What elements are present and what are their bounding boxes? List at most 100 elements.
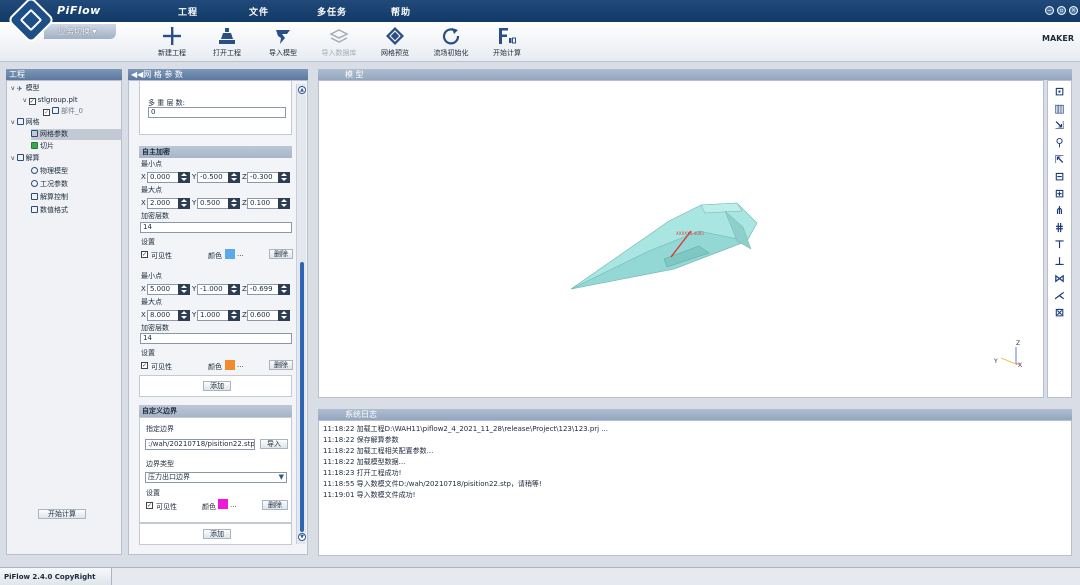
box2-delete-button[interactable]: 删除: [269, 360, 293, 370]
menu-file[interactable]: 文件: [249, 5, 269, 18]
view-13-icon[interactable]: ⋌: [1053, 289, 1066, 302]
custom-delete-button[interactable]: 删除: [262, 500, 288, 510]
scroll-down-icon[interactable]: ▼: [298, 533, 306, 541]
open-project-button[interactable]: 打开工程: [203, 26, 251, 60]
box2-max-z-input[interactable]: 0.600: [247, 310, 281, 321]
view-2-icon[interactable]: ▥: [1053, 102, 1066, 115]
tree-item-stlgroup[interactable]: v ✓ stlgroup.plt: [23, 95, 78, 106]
box2-visible-checkbox[interactable]: ✓: [141, 362, 148, 369]
box1-color-swatch[interactable]: [225, 249, 235, 259]
box2-min-x-input[interactable]: 5.000: [147, 284, 181, 295]
box2-max-z-spinner[interactable]: [278, 310, 290, 321]
view-6-icon[interactable]: ⊟: [1053, 170, 1066, 183]
box1-delete-button[interactable]: 删除: [269, 249, 293, 259]
tree-item-slice[interactable]: 切片: [31, 141, 54, 152]
box1-min-z-spinner[interactable]: [278, 172, 290, 183]
box2-color-more[interactable]: ...: [237, 361, 244, 369]
box1-settings-label: 设置: [141, 238, 155, 246]
view-9-icon[interactable]: ⋕: [1053, 221, 1066, 234]
flow-init-button[interactable]: 流场初始化: [427, 26, 475, 60]
box1-min-z-input[interactable]: -0.300: [247, 172, 281, 183]
box1-max-x-spinner[interactable]: [178, 198, 190, 209]
box2-min-z-input[interactable]: -0.699: [247, 284, 281, 295]
box2-min-x-spinner[interactable]: [178, 284, 190, 295]
box1-max-z-input[interactable]: 0.100: [247, 198, 281, 209]
tree-item-numeric[interactable]: 数值格式: [31, 205, 68, 216]
scrollbar-thumb[interactable]: [300, 262, 304, 532]
tree-item-solve[interactable]: v 解算: [11, 153, 40, 164]
business-switch-button[interactable]: 业务切换 ▾: [44, 24, 116, 39]
tree-item-mesh-params[interactable]: 网格参数: [31, 129, 121, 140]
box2-visible-label: 可见性: [151, 363, 172, 371]
box2-max-y-input[interactable]: 1.000: [197, 310, 231, 321]
boundary-type-select[interactable]: 压力出口边界 ▼: [145, 472, 287, 483]
box1-max-y-input[interactable]: 0.500: [197, 198, 231, 209]
new-project-button[interactable]: 新建工程: [148, 26, 196, 60]
chevron-down-icon[interactable]: v: [11, 155, 15, 162]
scroll-up-icon[interactable]: ▲: [298, 86, 306, 94]
view-3-icon[interactable]: ⇲: [1053, 119, 1066, 132]
import-model-button[interactable]: 导入模型: [259, 26, 307, 60]
box2-min-y-input[interactable]: -1.000: [197, 284, 231, 295]
box1-layers-input[interactable]: 14: [140, 222, 292, 233]
model-viewport[interactable]: XXXXXX-4005 Y Z X: [318, 80, 1044, 398]
view-7-icon[interactable]: ⊞: [1053, 187, 1066, 200]
box2-min-z-spinner[interactable]: [278, 284, 290, 295]
box1-min-x-spinner[interactable]: [178, 172, 190, 183]
start-calc-button[interactable]: 开始计算: [483, 26, 531, 60]
tree-item-physics[interactable]: 物理模型: [31, 166, 68, 177]
tree-start-calc-button[interactable]: 开始计算: [38, 509, 86, 519]
box1-max-y-spinner[interactable]: [228, 198, 240, 209]
minimize-icon[interactable]: −: [1045, 6, 1054, 15]
menu-help[interactable]: 帮助: [391, 5, 411, 18]
box1-visible-checkbox[interactable]: ✓: [141, 251, 148, 258]
box1-max-x-input[interactable]: 2.000: [147, 198, 181, 209]
view-5-icon[interactable]: ⇱: [1053, 153, 1066, 166]
tree-item-part0[interactable]: ✓ 部件_0: [43, 106, 83, 117]
box2-max-x-input[interactable]: 8.000: [147, 310, 181, 321]
custom-add-button[interactable]: 添加: [203, 529, 231, 539]
import-database-button[interactable]: 导入数据库: [315, 26, 363, 60]
view-11-icon[interactable]: ⊥: [1053, 255, 1066, 268]
box1-max-z-spinner[interactable]: [278, 198, 290, 209]
chevron-down-icon[interactable]: v: [11, 119, 15, 126]
custom-color-more[interactable]: ...: [230, 501, 237, 509]
checkbox-part0[interactable]: ✓: [43, 109, 50, 116]
view-4-icon[interactable]: ⚲: [1053, 136, 1066, 149]
menu-multitask[interactable]: 多任务: [317, 5, 347, 18]
boundary-import-button[interactable]: 导入: [260, 439, 288, 449]
chevron-down-icon[interactable]: v: [23, 97, 27, 104]
box1-min-x-input[interactable]: 0.000: [147, 172, 181, 183]
view-14-icon[interactable]: ⊠: [1053, 306, 1066, 319]
mesh-panel-scrollbar[interactable]: ▲ ▼: [296, 84, 306, 544]
refine-add-button[interactable]: 添加: [203, 381, 231, 391]
box2-layers-input[interactable]: 14: [140, 333, 292, 344]
box1-min-y-input[interactable]: -0.500: [197, 172, 231, 183]
box1-color-more[interactable]: ...: [237, 250, 244, 258]
tree-item-conditions[interactable]: 工况参数: [31, 179, 68, 190]
view-10-icon[interactable]: ⊤: [1053, 238, 1066, 251]
custom-color-swatch[interactable]: [218, 499, 228, 509]
box2-max-y-spinner[interactable]: [228, 310, 240, 321]
tree-item-model[interactable]: v ✈ 模型: [11, 83, 40, 94]
view-1-icon[interactable]: ⊡: [1053, 85, 1066, 98]
box2-color-swatch[interactable]: [225, 360, 235, 370]
tree-item-control[interactable]: 解算控制: [31, 192, 68, 203]
mesh-preview-button[interactable]: 网格预览: [371, 26, 419, 60]
box2-max-x-spinner[interactable]: [178, 310, 190, 321]
view-8-icon[interactable]: ⋔: [1053, 204, 1066, 217]
box1-min-y-spinner[interactable]: [228, 172, 240, 183]
checkbox-stlgroup[interactable]: ✓: [28, 98, 36, 105]
maximize-icon[interactable]: ▫: [1057, 6, 1066, 15]
view-12-icon[interactable]: ⋈: [1053, 272, 1066, 285]
menu-project[interactable]: 工程: [178, 5, 198, 18]
custom-visible-checkbox[interactable]: ✓: [146, 502, 153, 509]
aircraft-model[interactable]: XXXXXX-4005 Y Z X: [319, 81, 1043, 397]
mesh-params-header[interactable]: ◀◀网 格 参 数: [128, 69, 308, 80]
chevron-down-icon[interactable]: v: [11, 85, 15, 92]
boundary-file-input[interactable]: :/wah/20210718/pisition22.stp: [145, 439, 255, 450]
multi-layers-input[interactable]: 0: [148, 107, 286, 118]
close-icon[interactable]: ×: [1069, 6, 1078, 15]
tree-item-mesh[interactable]: v 网格: [11, 117, 40, 128]
box2-min-y-spinner[interactable]: [228, 284, 240, 295]
